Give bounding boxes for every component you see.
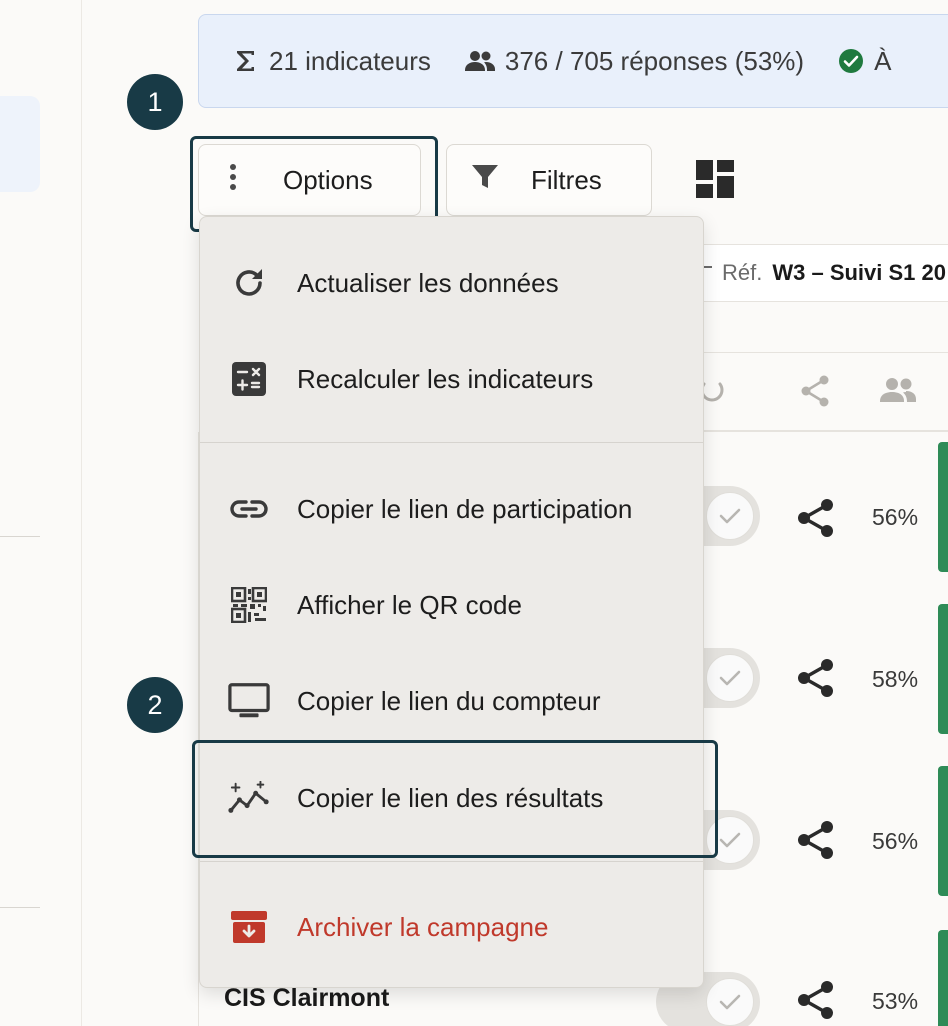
menu-item-show-qr[interactable]: Afficher le QR code: [200, 557, 703, 653]
share-icon[interactable]: [796, 820, 836, 865]
menu-item-label: Copier le lien de participation: [297, 493, 633, 524]
step-1-badge: 1: [127, 74, 183, 130]
row-status-bar: [938, 442, 948, 572]
filters-button[interactable]: Filtres: [446, 144, 652, 216]
campaign-stats-banner: 21 indicateurs 376 / 705 réponses (53%) …: [198, 14, 948, 108]
menu-item-refresh[interactable]: Actualiser les données: [200, 235, 703, 331]
link-icon: [228, 488, 270, 530]
row-percent: 58%: [872, 666, 919, 692]
share-icon[interactable]: [800, 375, 830, 412]
menu-item-archive[interactable]: Archiver la campagne: [200, 879, 703, 975]
check-icon: [706, 654, 754, 702]
archive-icon: [228, 906, 270, 948]
menu-item-label: Copier le lien du compteur: [297, 685, 601, 716]
users-icon[interactable]: [880, 377, 916, 408]
qr-code-icon: [228, 584, 270, 626]
row-status-bar: [938, 604, 948, 734]
sigma-icon: [235, 49, 257, 73]
filters-label: Filtres: [531, 164, 602, 195]
grid-icon[interactable]: [696, 160, 734, 198]
menu-item-label: Afficher le QR code: [297, 589, 522, 620]
responses-count: 376 / 705 réponses (53%): [504, 45, 805, 76]
reference-bar: Réf. W3 – Suivi S1 20: [700, 244, 948, 302]
row-status-bar: [938, 766, 948, 896]
menu-divider: [200, 442, 703, 443]
share-icon[interactable]: [796, 980, 836, 1025]
funnel-icon: [471, 164, 499, 197]
responses-stat: 376 / 705 réponses (53%): [464, 45, 805, 77]
share-icon[interactable]: [796, 658, 836, 703]
status-text: À: [874, 45, 892, 76]
indicators-count: 21 indicateurs: [269, 45, 431, 76]
sidebar-active-item[interactable]: [0, 96, 40, 192]
menu-item-recalculate[interactable]: Recalculer les indicateurs: [200, 331, 703, 427]
row-percent: 56%: [872, 828, 919, 854]
reference-value: W3 – Suivi S1 20: [772, 260, 946, 285]
menu-item-label: Actualiser les données: [297, 267, 559, 298]
options-menu: Actualiser les données Recalculer les in…: [199, 216, 704, 988]
menu-item-label: Recalculer les indicateurs: [297, 363, 594, 394]
row-name[interactable]: CIS Clairmont: [224, 984, 389, 1013]
menu-divider: [200, 861, 703, 862]
column-sort-marker: [704, 266, 712, 268]
calculator-icon: [228, 358, 270, 400]
row-percent: 56%: [872, 504, 919, 530]
step-2-highlight: [192, 740, 718, 858]
reference-label: Réf.: [722, 260, 763, 285]
row-status-bar: [938, 930, 948, 1026]
check-icon: [706, 492, 754, 540]
menu-item-copy-counter-link[interactable]: Copier le lien du compteur: [200, 653, 703, 749]
indicators-stat: 21 indicateurs: [235, 46, 431, 77]
refresh-icon: [228, 262, 270, 304]
share-icon[interactable]: [796, 498, 836, 543]
monitor-icon: [228, 680, 270, 722]
sidebar-divider: [0, 907, 40, 908]
check-circle-icon: [838, 48, 864, 74]
status-stat: À: [838, 46, 891, 77]
table-header: [700, 352, 948, 432]
menu-item-label: Archiver la campagne: [297, 911, 549, 942]
menu-item-copy-participation-link[interactable]: Copier le lien de participation: [200, 461, 703, 557]
row-percent: 53%: [872, 988, 919, 1014]
users-icon: [464, 50, 495, 72]
check-icon: [706, 978, 754, 1026]
